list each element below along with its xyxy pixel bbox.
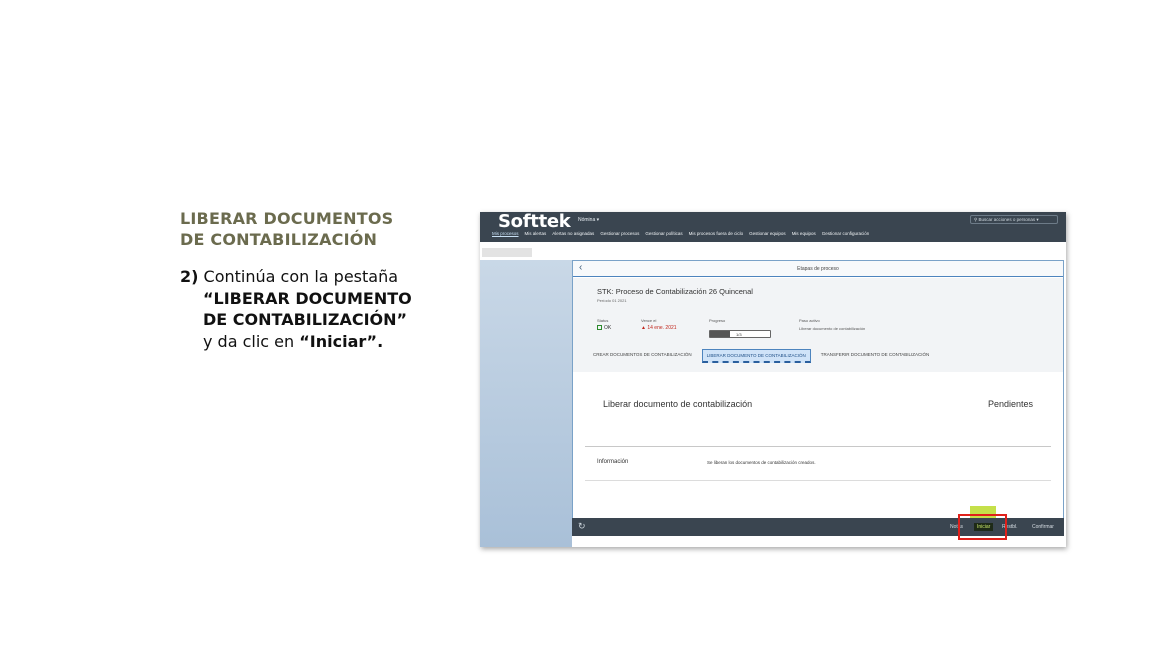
nav-procesos-fuera-ciclo[interactable]: Mis procesos fuera de ciclo [689,231,744,236]
status-label: Status [597,318,609,323]
progress-text: 1/3 [736,332,742,337]
instruction-action: “Iniciar”. [299,331,384,351]
instruction-tab-name-line1: “LIBERAR DOCUMENTO [203,288,412,308]
active-step-label: Paso activo [799,318,820,323]
process-period: Período 01 2021 [597,298,627,303]
instruction-text1: Continúa con la pestaña [198,267,399,286]
tab-crear-documentos[interactable]: CREAR DOCUMENTOS DE CONTABILIZACIÓN [589,349,696,363]
tab-transferir-documento[interactable]: TRANSFERIR DOCUMENTO DE CONTABILIZACIÓN [817,349,934,363]
active-step-value: Liberar documento de contabilización [799,326,866,331]
tab-liberar-documento[interactable]: LIBERAR DOCUMENTO DE CONTABILIZACIÓN [701,349,811,363]
main-nav: Mis procesos Mis alertas Alertas no asig… [492,231,869,236]
due-label: Vence el [641,318,657,323]
refresh-icon[interactable]: ↻ [578,521,586,532]
process-title: STK: Proceso de Contabilización 26 Quinc… [597,287,753,296]
status-text: OK [604,325,612,331]
nav-gestionar-equipos[interactable]: Gestionar equipos [749,231,786,236]
app-screenshot: Softtek Nómina ▾ ⚲ Buscar acciones o per… [480,212,1066,547]
process-steps-dialog: ‹ Etapas de proceso STK: Proceso de Cont… [572,260,1064,536]
divider [585,446,1051,447]
divider [585,480,1051,481]
instruction-text2: y da clic en [203,331,300,351]
nav-mis-equipos[interactable]: Mis equipos [792,231,816,236]
confirm-button[interactable]: Confirmar [1032,524,1054,530]
instruction-tab-name-line2: DE CONTABILIZACIÓN” [203,310,408,329]
nav-gestionar-politicas[interactable]: Gestionar políticas [645,231,682,236]
search-placeholder: Buscar acciones o personas ▾ [978,217,1039,222]
section-title: Liberar documento de contabilización [603,399,753,409]
progress-fill [710,331,730,337]
search-input[interactable]: ⚲ Buscar acciones o personas ▾ [970,215,1058,224]
instruction-title-line2: DE CONTABILIZACIÓN [180,230,378,249]
dialog-title: Etapas de proceso [797,266,839,272]
dialog-header: ‹ Etapas de proceso [573,261,1063,277]
nav-mis-alertas[interactable]: Mis alertas [525,231,547,236]
progress-bar: 1/3 [709,330,771,338]
menu-nomina[interactable]: Nómina ▾ [578,217,599,223]
softtek-logo: Softtek [498,212,571,232]
nav-gestionar-configuracion[interactable]: Gestionar configuración [822,231,870,236]
nav-alertas-no-asignadas[interactable]: Alertas no asignadas [552,231,594,236]
status-value: OK [597,325,611,331]
instruction-panel: LIBERAR DOCUMENTOS DE CONTABILIZACIÓN 2)… [180,208,460,352]
instruction-title: LIBERAR DOCUMENTOS DE CONTABILIZACIÓN [180,208,460,250]
process-tabs: CREAR DOCUMENTOS DE CONTABILIZACIÓN LIBE… [589,349,933,363]
pending-status: Pendientes [987,399,1033,409]
background-panel [480,260,572,547]
breadcrumb-chip [482,248,532,257]
instruction-body: 2) Continúa con la pestaña “LIBERAR DOCU… [180,266,460,352]
nav-gestionar-procesos[interactable]: Gestionar procesos [600,231,639,236]
top-bar: Softtek Nómina ▾ ⚲ Buscar acciones o per… [480,212,1066,242]
highlight-box [958,514,1007,540]
info-label: Información [597,459,629,465]
due-date-text: 14 ene. 2021 [647,325,677,331]
info-value: Se liberan los documentos de contabiliza… [707,460,816,465]
nav-mis-procesos[interactable]: Mis procesos [492,231,519,236]
ok-square-icon [597,325,602,330]
instruction-title-line1: LIBERAR DOCUMENTOS [180,209,394,228]
progress-label: Progreso [709,318,726,323]
step-number: 2) [180,267,199,286]
due-value: ▲ 14 ene. 2021 [641,325,677,331]
